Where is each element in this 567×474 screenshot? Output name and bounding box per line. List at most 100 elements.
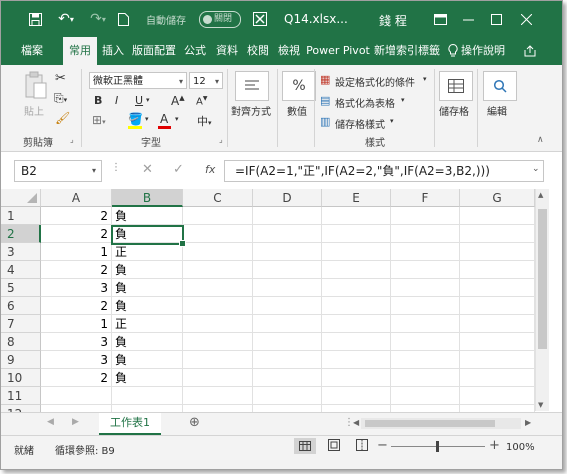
bold-button[interactable]: B <box>94 94 102 107</box>
zoom-in-icon[interactable]: + <box>489 438 500 453</box>
cell-c11[interactable] <box>183 387 253 405</box>
cell-g7[interactable] <box>460 315 535 333</box>
redo-icon[interactable]: ↷ ▾ <box>85 9 111 29</box>
cell-d7[interactable] <box>253 315 322 333</box>
row-header[interactable]: 5 <box>1 279 41 297</box>
grow-font-button[interactable]: A▲ <box>171 94 185 108</box>
status-circular-reference[interactable]: 循環參照: B9 <box>55 442 115 457</box>
new-document-icon[interactable] <box>115 9 131 29</box>
cell-f7[interactable] <box>391 315 460 333</box>
close-icon[interactable] <box>518 9 534 29</box>
tab-view[interactable]: 檢視 <box>273 37 305 65</box>
collapse-ribbon-icon[interactable]: ∧ <box>537 135 544 145</box>
maximize-icon[interactable] <box>488 9 504 29</box>
chevron-down-icon[interactable]: ▾ <box>423 75 427 83</box>
paste-label[interactable]: 貼上 <box>24 103 44 118</box>
page-break-preview-icon[interactable] <box>356 439 368 454</box>
cell-e6[interactable] <box>322 297 391 315</box>
cell-c6[interactable] <box>183 297 253 315</box>
cell-f10[interactable] <box>391 369 460 387</box>
cell-g10[interactable] <box>460 369 535 387</box>
tab-file[interactable]: 檔案 <box>15 37 49 65</box>
cell-g6[interactable] <box>460 297 535 315</box>
row-header[interactable]: 4 <box>1 261 41 279</box>
cell-g8[interactable] <box>460 333 535 351</box>
cell-e1[interactable] <box>322 207 391 225</box>
row-header[interactable]: 7 <box>1 315 41 333</box>
cell-d3[interactable] <box>253 243 322 261</box>
cell-b10[interactable]: 負 <box>112 369 183 387</box>
cell-e3[interactable] <box>322 243 391 261</box>
cell-c7[interactable] <box>183 315 253 333</box>
ribbon-display-options-icon[interactable] <box>432 9 448 29</box>
cell-e8[interactable] <box>322 333 391 351</box>
vertical-scroll-thumb[interactable] <box>538 209 547 349</box>
cell-a10[interactable]: 2 <box>41 369 112 387</box>
paste-icon[interactable] <box>25 71 47 103</box>
tab-page-layout[interactable]: 版面配置 <box>129 37 179 65</box>
save-icon[interactable] <box>27 9 43 29</box>
chevron-down-icon[interactable]: ▾ <box>146 96 150 104</box>
number-label[interactable]: 數值 <box>287 103 307 118</box>
cell-e4[interactable] <box>322 261 391 279</box>
cell-g1[interactable] <box>460 207 535 225</box>
scroll-up-icon[interactable]: ▲ <box>538 191 543 199</box>
row-header[interactable]: 2 <box>1 225 41 243</box>
scroll-down-icon[interactable]: ▼ <box>538 401 543 409</box>
row-header[interactable]: 8 <box>1 333 41 351</box>
user-name[interactable]: 錢 程 <box>379 12 407 29</box>
cell-d9[interactable] <box>253 351 322 369</box>
phonetic-guide-button[interactable]: 中▾ <box>197 113 212 129</box>
cell-b9[interactable]: 負 <box>112 351 183 369</box>
name-box[interactable]: B2 ▾ <box>14 160 102 182</box>
cell-f3[interactable] <box>391 243 460 261</box>
cell-b8[interactable]: 負 <box>112 333 183 351</box>
chevron-down-icon[interactable]: ▾ <box>175 115 179 123</box>
cancel-entry-icon[interactable]: ✕ <box>142 162 153 177</box>
shrink-font-button[interactable]: A▼ <box>196 95 207 107</box>
cell-styles-button[interactable]: 儲存格樣式 <box>335 116 385 131</box>
font-launcher-icon[interactable]: ⌟ <box>219 135 223 144</box>
cell-f2[interactable] <box>391 225 460 243</box>
cell-f4[interactable] <box>391 261 460 279</box>
tab-data[interactable]: 資料 <box>211 37 243 65</box>
cell-b4[interactable]: 負 <box>112 261 183 279</box>
tab-new-tab[interactable]: 新增索引標籤 <box>371 37 443 65</box>
cell-b1[interactable]: 負 <box>112 207 183 225</box>
horizontal-scrollbar[interactable] <box>361 418 521 429</box>
horizontal-scroll-thumb[interactable] <box>365 420 495 427</box>
conditional-formatting-button[interactable]: 設定格式化的條件 <box>335 74 415 89</box>
cell-c8[interactable] <box>183 333 253 351</box>
column-header-a[interactable]: A <box>41 189 112 207</box>
cell-d6[interactable] <box>253 297 322 315</box>
cell-c3[interactable] <box>183 243 253 261</box>
column-header-g[interactable]: G <box>460 189 535 207</box>
tab-power-pivot[interactable]: Power Pivot <box>305 37 371 65</box>
scroll-left-icon[interactable]: ◀ <box>353 418 359 427</box>
cell-a2[interactable]: 2 <box>41 225 112 243</box>
cell-d10[interactable] <box>253 369 322 387</box>
scroll-right-icon[interactable]: ▶ <box>525 418 531 427</box>
cell-e2[interactable] <box>322 225 391 243</box>
cell-g2[interactable] <box>460 225 535 243</box>
cell-c5[interactable] <box>183 279 253 297</box>
column-header-e[interactable]: E <box>322 189 391 207</box>
cells-icon[interactable] <box>439 71 473 101</box>
row-header[interactable]: 3 <box>1 243 41 261</box>
cell-c1[interactable] <box>183 207 253 225</box>
row-header[interactable]: 10 <box>1 369 41 387</box>
sheet-tab-1[interactable]: 工作表1 <box>99 413 161 435</box>
underline-button[interactable]: U <box>135 94 143 107</box>
fill-color-icon[interactable]: 🪣 <box>128 112 143 126</box>
normal-view-icon[interactable] <box>294 438 316 454</box>
cell-f6[interactable] <box>391 297 460 315</box>
cell-g5[interactable] <box>460 279 535 297</box>
undo-icon[interactable]: ↶ ▾ <box>53 9 79 29</box>
cell-a11[interactable] <box>41 387 112 405</box>
alignment-label[interactable]: 對齊方式 <box>231 103 271 118</box>
worksheet-grid[interactable]: A B C D E F G 12負22負31正42負53負62負71正83負93… <box>1 189 562 423</box>
cell-d11[interactable] <box>253 387 322 405</box>
alignment-icon[interactable] <box>235 71 269 101</box>
cell-a7[interactable]: 1 <box>41 315 112 333</box>
add-sheet-icon[interactable]: ⊕ <box>189 415 200 430</box>
